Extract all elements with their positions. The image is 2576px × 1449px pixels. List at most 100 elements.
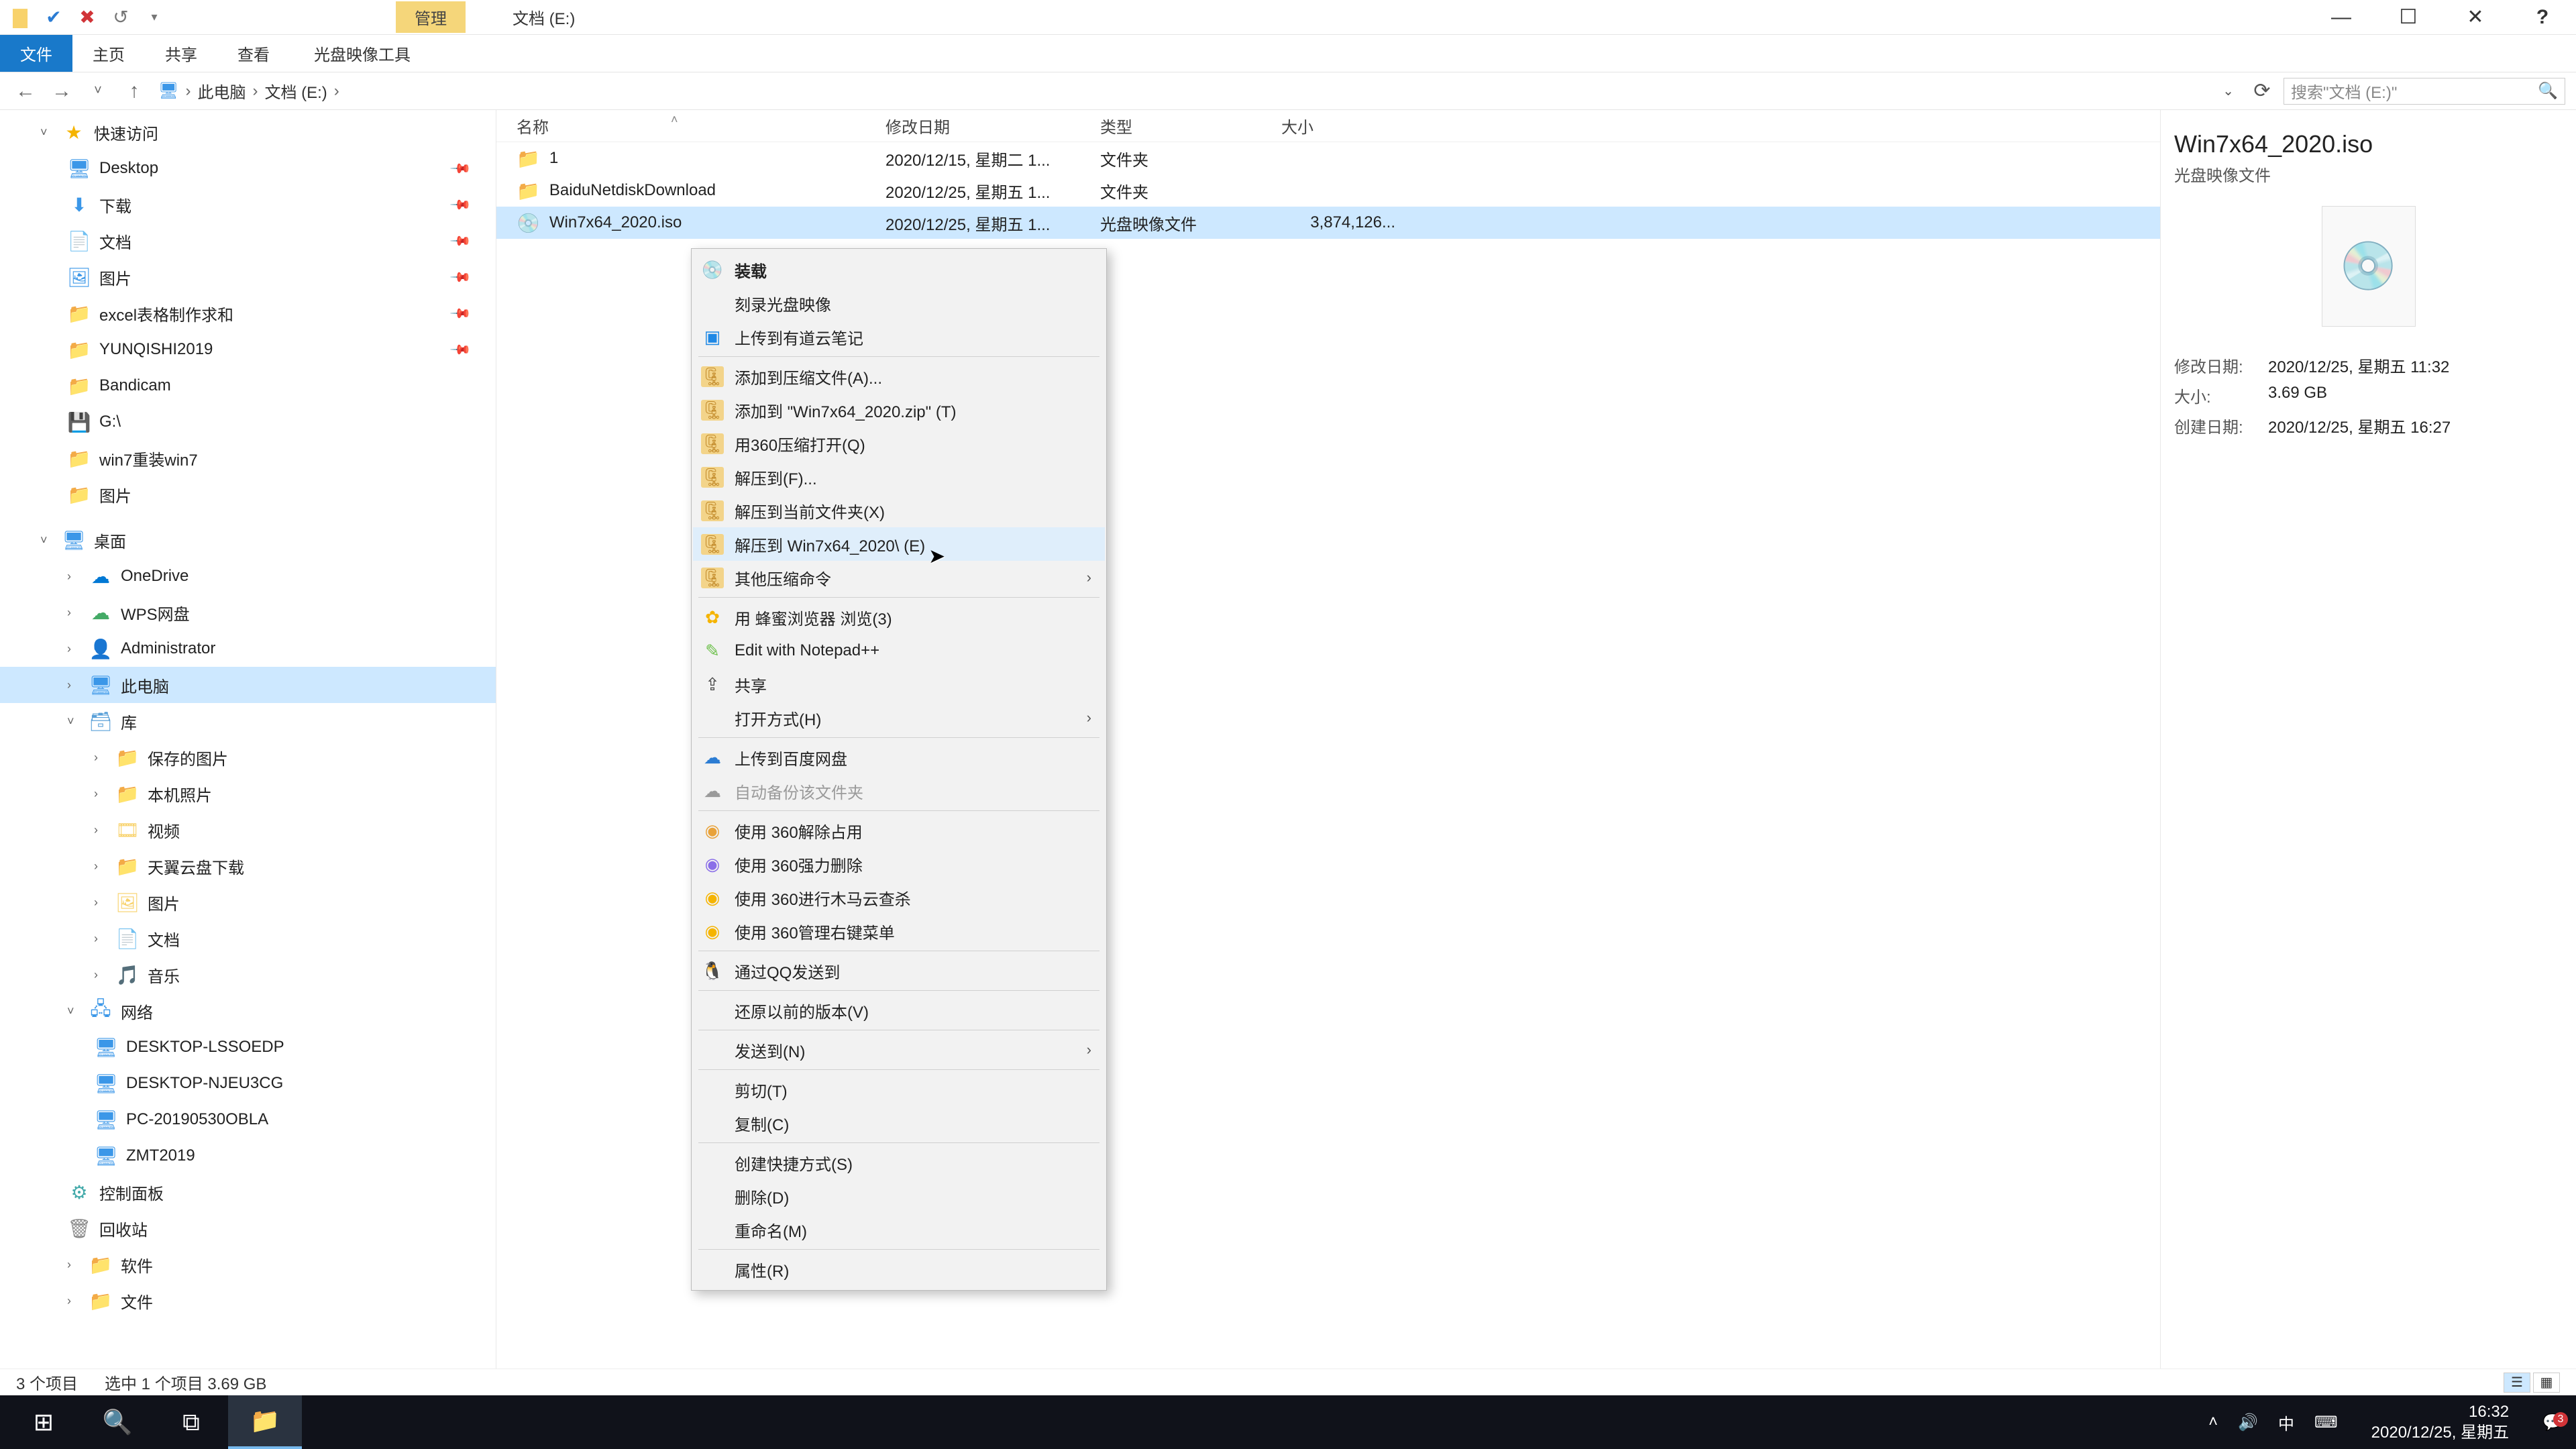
menu-cut[interactable]: 剪切(T) — [693, 1073, 1105, 1106]
explorer-taskbar-icon[interactable]: 📁 — [228, 1395, 302, 1449]
menu-rename[interactable]: 重命名(M) — [693, 1213, 1105, 1246]
menu-copy[interactable]: 复制(C) — [693, 1106, 1105, 1140]
tree-item[interactable]: ›📁保存的图片 — [0, 739, 496, 775]
refresh-icon[interactable]: ⟳ — [2247, 78, 2277, 105]
help-button[interactable]: ? — [2509, 0, 2576, 35]
crumb-current[interactable]: 文档 (E:) — [264, 79, 327, 103]
tree-item[interactable]: 📁excel表格制作求和📌 — [0, 295, 496, 331]
view-details-icon[interactable]: ☰ — [2504, 1373, 2530, 1393]
view-icons-icon[interactable]: ▦ — [2533, 1373, 2560, 1393]
tree-quick-access[interactable]: ˅★快速访问 — [0, 114, 496, 150]
menu-baidupan[interactable]: ☁上传到百度网盘 — [693, 741, 1105, 774]
col-name[interactable]: 名称 — [517, 119, 549, 137]
tree-item[interactable]: 🖥Desktop📌 — [0, 150, 496, 186]
tree-item[interactable]: 📄文档📌 — [0, 223, 496, 259]
menu-notepadpp[interactable]: ✎Edit with Notepad++ — [693, 634, 1105, 667]
tray-ime-icon[interactable]: 中 — [2278, 1411, 2294, 1434]
nav-back-icon[interactable]: ← — [11, 78, 40, 105]
qa-save-icon[interactable]: ✔ — [40, 4, 67, 31]
tray-chevron-icon[interactable]: ˄ — [2208, 1413, 2218, 1432]
tree-item[interactable]: ›📄文档 — [0, 920, 496, 957]
ribbon-home[interactable]: 主页 — [72, 35, 145, 72]
menu-360-manage[interactable]: ◉使用 360管理右键菜单 — [693, 914, 1105, 948]
tree-item[interactable]: 🖥PC-20190530OBLA — [0, 1102, 496, 1138]
nav-tree[interactable]: ˅★快速访问 🖥Desktop📌 ⬇下载📌 📄文档📌 🖼图片📌 📁excel表格… — [0, 110, 496, 1368]
menu-burn[interactable]: 刻录光盘映像 — [693, 286, 1105, 320]
tree-item[interactable]: 🖥ZMT2019 — [0, 1138, 496, 1174]
tree-item[interactable]: 🖼图片📌 — [0, 259, 496, 295]
menu-extract-here[interactable]: 🗜解压到当前文件夹(X) — [693, 494, 1105, 527]
ribbon-file[interactable]: 文件 — [0, 35, 72, 72]
taskbar-clock[interactable]: 16:32 2020/12/25, 星期五 — [2358, 1401, 2522, 1443]
tree-item[interactable]: 📁图片 — [0, 476, 496, 513]
ribbon-iso-tools[interactable]: 光盘映像工具 — [294, 35, 431, 72]
menu-share[interactable]: ⇪共享 — [693, 667, 1105, 701]
search-input[interactable]: 搜索"文档 (E:)" 🔍 — [2284, 78, 2565, 105]
tray-keyboard-icon[interactable]: ⌨ — [2314, 1413, 2338, 1432]
qa-delete-icon[interactable]: ✖ — [74, 4, 101, 31]
file-row[interactable]: 📁BaiduNetdiskDownload 2020/12/25, 星期五 1.… — [496, 174, 2160, 207]
menu-delete[interactable]: 删除(D) — [693, 1179, 1105, 1213]
menu-send-to[interactable]: 发送到(N)› — [693, 1033, 1105, 1067]
tree-item[interactable]: ›🎵音乐 — [0, 957, 496, 993]
tree-item[interactable]: ⚙控制面板 — [0, 1174, 496, 1210]
crumb-root[interactable]: 此电脑 — [197, 79, 246, 103]
tree-item[interactable]: ›📁天翼云盘下载 — [0, 848, 496, 884]
col-date[interactable]: 修改日期 — [885, 114, 1100, 138]
tree-item[interactable]: ›🖼图片 — [0, 884, 496, 920]
tree-item[interactable]: 🗑回收站 — [0, 1210, 496, 1246]
tree-item[interactable]: ⬇下载📌 — [0, 186, 496, 223]
tree-item[interactable]: ˅🗃库 — [0, 703, 496, 739]
menu-open-with[interactable]: 打开方式(H)› — [693, 701, 1105, 735]
tree-item[interactable]: 🖥DESKTOP-LSSOEDP — [0, 1029, 496, 1065]
tree-desktop[interactable]: ˅🖥桌面 — [0, 522, 496, 558]
menu-extract-to[interactable]: 🗜解压到(F)... — [693, 460, 1105, 494]
tree-item[interactable]: ›🎞视频 — [0, 812, 496, 848]
tree-item[interactable]: ›👤Administrator — [0, 631, 496, 667]
menu-open-360zip[interactable]: 🗜用360压缩打开(Q) — [693, 427, 1105, 460]
tree-item[interactable]: ›☁WPS网盘 — [0, 594, 496, 631]
tree-item[interactable]: 📁YUNQISHI2019📌 — [0, 331, 496, 368]
tree-this-pc[interactable]: ›🖥此电脑 — [0, 667, 496, 703]
menu-360-force-delete[interactable]: ◉使用 360强力删除 — [693, 847, 1105, 881]
menu-mount[interactable]: 💿装载 — [693, 253, 1105, 286]
tree-item[interactable]: ›📁文件 — [0, 1283, 496, 1319]
taskbar[interactable]: ⊞ 🔍 ⧉ 📁 ˄ 🔊 中 ⌨ 16:32 2020/12/25, 星期五 💬 — [0, 1395, 2576, 1449]
nav-forward-icon[interactable]: → — [47, 78, 76, 105]
tree-item[interactable]: 📁win7重装win7 — [0, 440, 496, 476]
tree-item[interactable]: 💾G:\ — [0, 404, 496, 440]
menu-create-shortcut[interactable]: 创建快捷方式(S) — [693, 1146, 1105, 1179]
start-button[interactable]: ⊞ — [7, 1395, 80, 1449]
ribbon-share[interactable]: 共享 — [145, 35, 217, 72]
menu-other-zip[interactable]: 🗜其他压缩命令› — [693, 561, 1105, 594]
menu-extract-named[interactable]: 🗜解压到 Win7x64_2020\ (E) — [693, 527, 1105, 561]
search-button[interactable]: 🔍 — [80, 1395, 154, 1449]
tray-volume-icon[interactable]: 🔊 — [2238, 1413, 2258, 1432]
tree-item[interactable]: ›📁软件 — [0, 1246, 496, 1283]
qa-undo-icon[interactable]: ↺ — [107, 4, 134, 31]
maximize-button[interactable]: ☐ — [2375, 0, 2442, 35]
nav-up-icon[interactable]: ↑ — [119, 78, 149, 105]
close-button[interactable]: ✕ — [2442, 0, 2509, 35]
menu-youdao[interactable]: ▣上传到有道云笔记 — [693, 320, 1105, 354]
col-size[interactable]: 大小 — [1281, 114, 1415, 138]
contextual-tab[interactable]: 管理 — [396, 1, 466, 33]
task-view-button[interactable]: ⧉ — [154, 1395, 228, 1449]
tree-item[interactable]: 📁Bandicam — [0, 368, 496, 404]
tree-item[interactable]: 🖥DESKTOP-NJEU3CG — [0, 1065, 496, 1102]
tree-network[interactable]: ˅🖧网络 — [0, 993, 496, 1029]
address-dropdown-icon[interactable]: ⌄ — [2222, 83, 2241, 99]
menu-properties[interactable]: 属性(R) — [693, 1252, 1105, 1286]
menu-add-zip[interactable]: 🗜添加到 "Win7x64_2020.zip" (T) — [693, 393, 1105, 427]
nav-recent-icon[interactable]: ˅ — [83, 78, 113, 105]
tree-item[interactable]: ›☁OneDrive — [0, 558, 496, 594]
column-headers[interactable]: 名称˄ 修改日期 类型 大小 — [496, 110, 2160, 142]
menu-restore-versions[interactable]: 还原以前的版本(V) — [693, 994, 1105, 1027]
breadcrumb[interactable]: 🖥 › 此电脑 › 文档 (E:) › ⌄ — [156, 79, 2241, 103]
menu-360-scan[interactable]: ◉使用 360进行木马云查杀 — [693, 881, 1105, 914]
menu-bee-browser[interactable]: ✿用 蜂蜜浏览器 浏览(3) — [693, 600, 1105, 634]
ribbon-view[interactable]: 查看 — [217, 35, 290, 72]
col-type[interactable]: 类型 — [1100, 114, 1281, 138]
file-row[interactable]: 📁1 2020/12/15, 星期二 1... 文件夹 — [496, 142, 2160, 174]
file-row-selected[interactable]: 💿Win7x64_2020.iso 2020/12/25, 星期五 1... 光… — [496, 207, 2160, 239]
